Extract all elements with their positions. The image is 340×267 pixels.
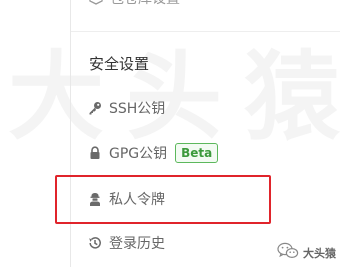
background-watermark: 大头猿 bbox=[0, 42, 340, 152]
wechat-icon bbox=[277, 242, 299, 263]
lock-icon bbox=[88, 146, 102, 160]
sidebar-item-login-history[interactable]: 登录历史 bbox=[88, 232, 165, 254]
sidebar-item-label: GPG公钥 bbox=[109, 146, 168, 162]
sidebar-item-ssh-keys[interactable]: SSH公钥 bbox=[88, 97, 165, 119]
sidebar-item-label: 包仓库设置 bbox=[110, 0, 180, 8]
person-token-icon bbox=[88, 192, 102, 206]
sidebar-item-package[interactable]: 包仓库设置 bbox=[88, 0, 180, 8]
wechat-label: 大头猿 bbox=[303, 246, 336, 260]
beta-badge: Beta bbox=[175, 143, 219, 163]
key-icon bbox=[88, 101, 102, 115]
sidebar-item-label: 私人令牌 bbox=[109, 192, 165, 208]
settings-page: 大头猿 包仓库设置 安全设置 SSH公钥 GPG公钥 Be bbox=[0, 0, 340, 267]
sidebar-item-label: SSH公钥 bbox=[109, 101, 166, 117]
sidebar-item-gpg-keys[interactable]: GPG公钥 Beta bbox=[88, 142, 219, 164]
history-icon bbox=[88, 236, 102, 250]
section-title: 安全设置 bbox=[89, 55, 150, 73]
section-divider bbox=[71, 31, 340, 32]
package-icon bbox=[88, 0, 104, 6]
sidebar-item-label: 登录历史 bbox=[109, 236, 165, 252]
wechat-watermark: 大头猿 bbox=[277, 242, 336, 263]
sidebar-item-personal-tokens[interactable]: 私人令牌 bbox=[88, 188, 165, 210]
sidebar-divider bbox=[70, 0, 71, 267]
